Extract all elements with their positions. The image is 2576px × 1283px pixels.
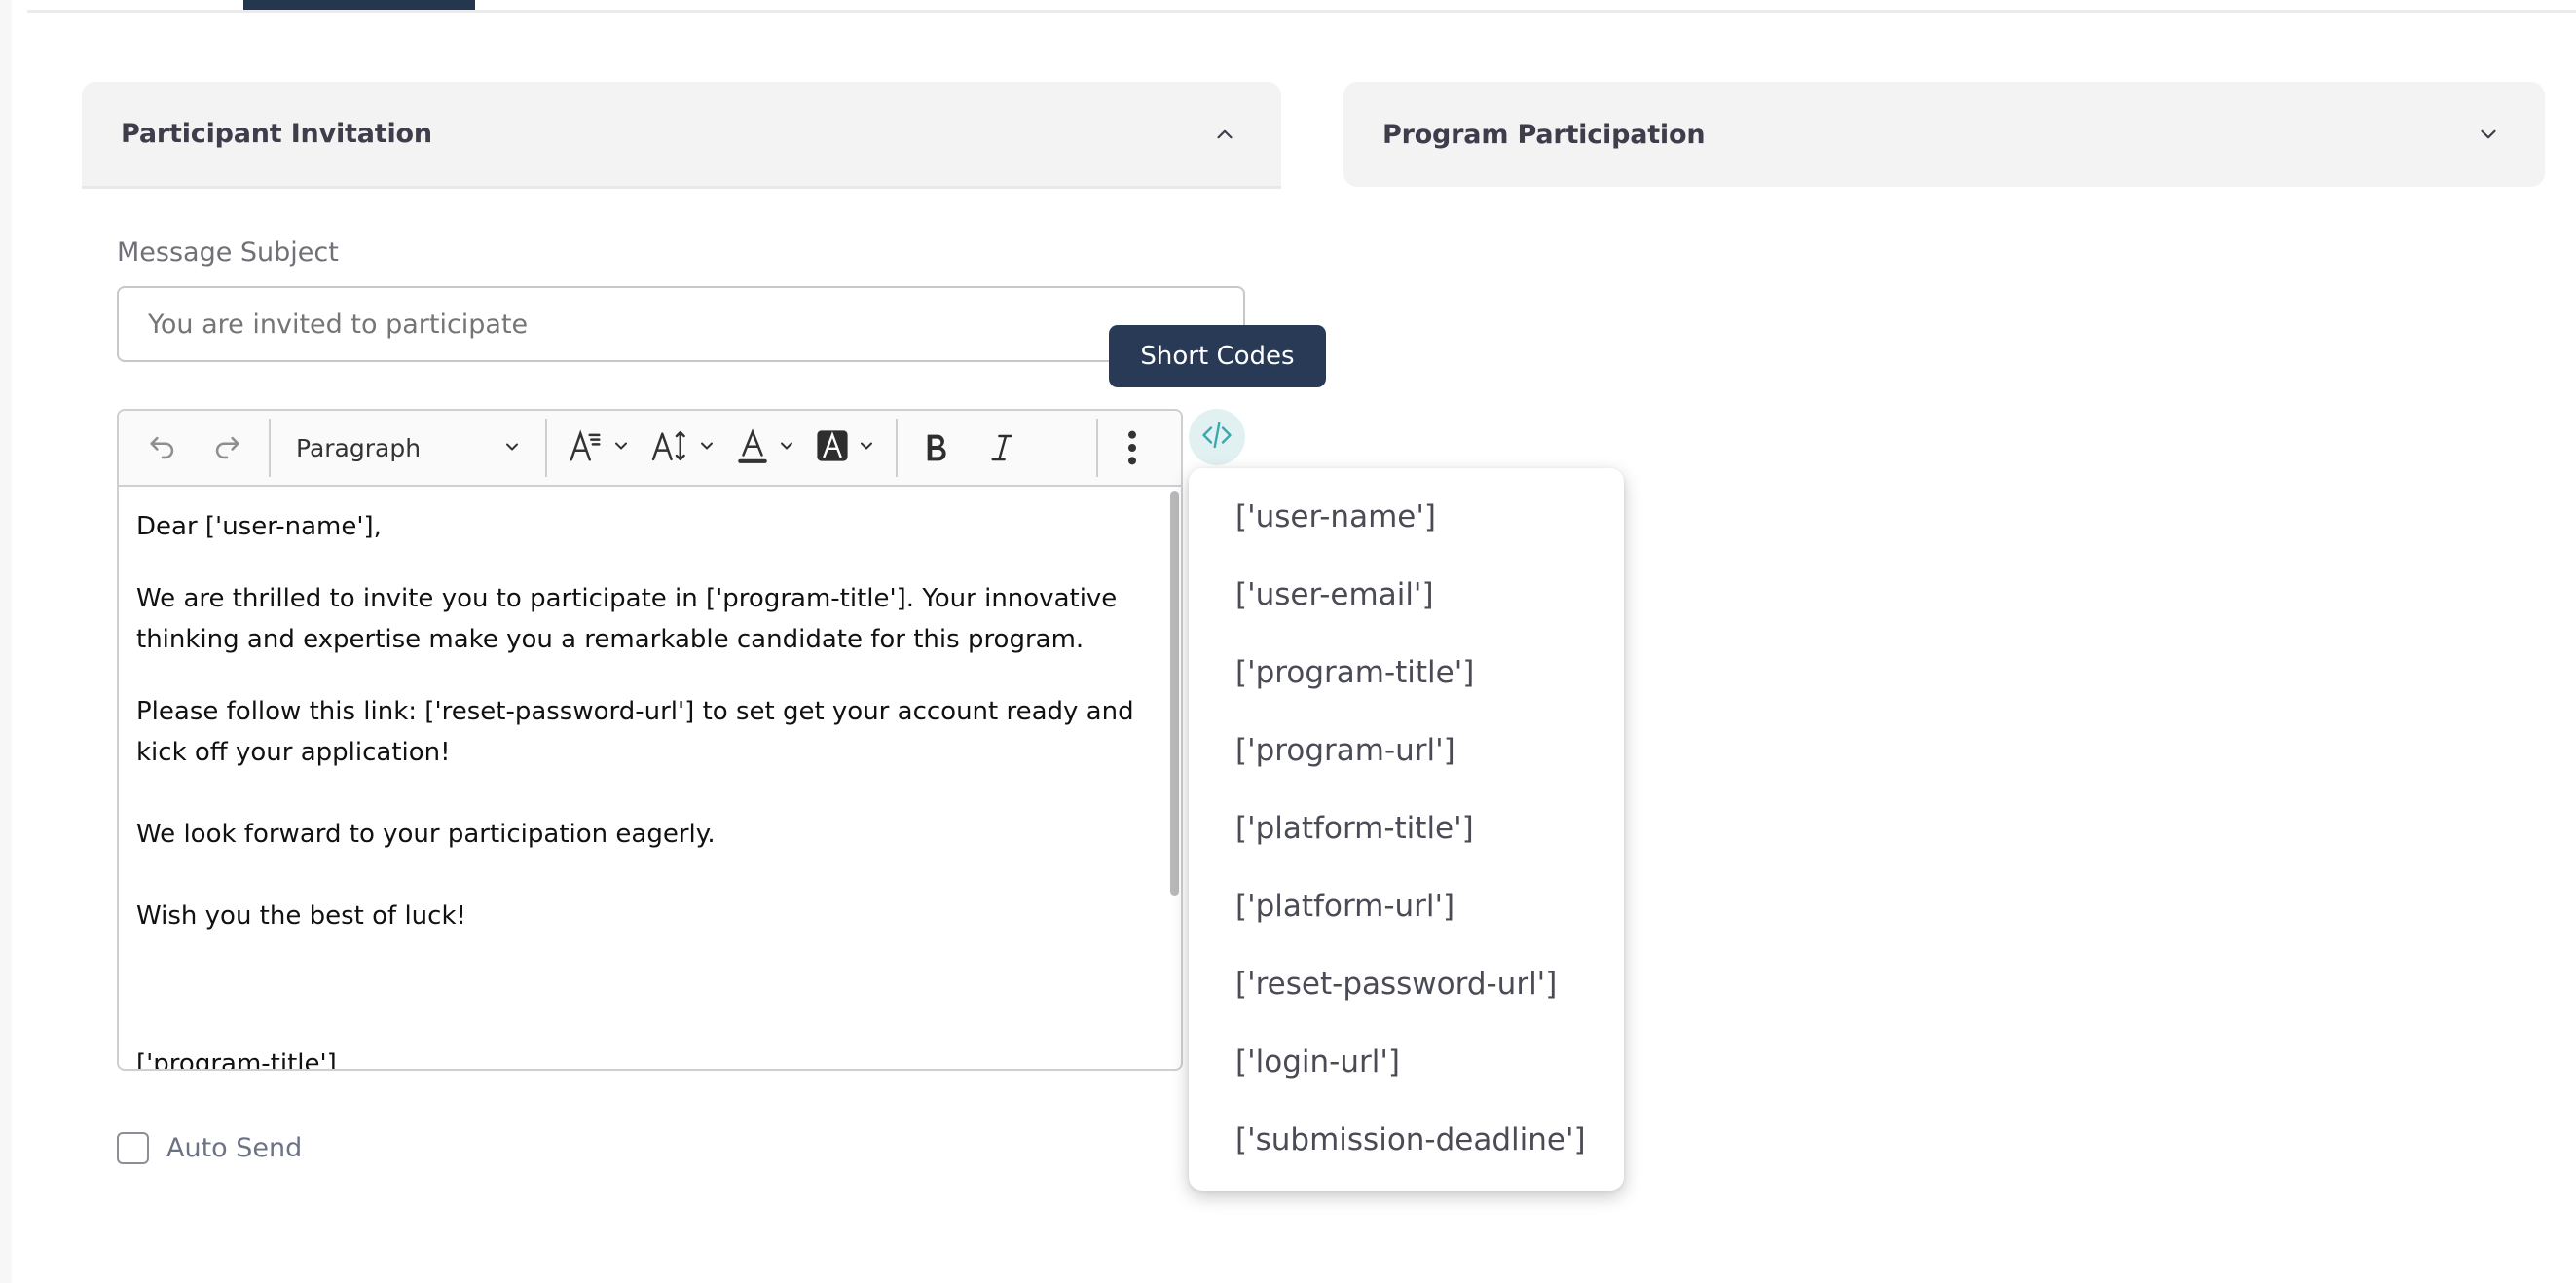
editor-paragraph: ['program-title'] (136, 1049, 337, 1069)
undo-icon[interactable] (130, 419, 195, 477)
toolbar-separator (269, 419, 271, 477)
accordion-title: Participant Invitation (121, 119, 432, 149)
short-code-item[interactable]: ['platform-title'] (1189, 789, 1624, 867)
chevron-down-icon (502, 434, 522, 462)
block-format-value: Paragraph (296, 433, 422, 462)
editor-content[interactable]: Dear ['user-name'], We are thrilled to i… (119, 487, 1167, 1069)
short-codes-tooltip: Short Codes (1109, 325, 1326, 387)
font-color-dropdown[interactable] (736, 419, 796, 477)
short-code-item[interactable]: ['program-url'] (1189, 712, 1624, 789)
italic-icon[interactable] (966, 419, 1038, 477)
editor-paragraph: Dear ['user-name'], (136, 512, 382, 541)
block-format-select[interactable]: Paragraph (280, 419, 535, 477)
message-subject-label: Message Subject (117, 238, 339, 268)
short-code-item[interactable]: ['platform-url'] (1189, 867, 1624, 945)
accordion-program-participation[interactable]: Program Participation (1343, 82, 2545, 187)
tab-bar-divider (27, 10, 2576, 13)
font-size-dropdown[interactable] (650, 419, 717, 477)
message-subject-input[interactable] (117, 286, 1245, 362)
rich-text-editor[interactable]: Paragraph Dear ['user-name'], We are thr… (117, 409, 1183, 1071)
redo-icon[interactable] (195, 419, 259, 477)
font-family-icon (567, 427, 604, 468)
editor-paragraph: We are thrilled to invite you to partici… (136, 584, 1118, 654)
chevron-down-icon[interactable] (2471, 117, 2506, 152)
chevron-down-icon (857, 436, 876, 459)
auto-send-option[interactable]: Auto Send (117, 1132, 302, 1164)
toolbar-separator (896, 419, 898, 477)
chevron-up-icon[interactable] (1207, 117, 1242, 152)
more-vertical-icon[interactable] (1108, 419, 1157, 477)
editor-toolbar: Paragraph (119, 411, 1181, 487)
auto-send-label: Auto Send (166, 1133, 303, 1163)
short-code-item[interactable]: ['user-name'] (1189, 478, 1624, 556)
short-code-item[interactable]: ['user-email'] (1189, 556, 1624, 634)
editor-scrollbar[interactable] (1170, 491, 1179, 896)
code-icon (1199, 418, 1234, 457)
font-family-dropdown[interactable] (567, 419, 631, 477)
chevron-down-icon (697, 436, 717, 459)
toolbar-separator (545, 419, 547, 477)
font-background-icon (816, 429, 849, 466)
short-codes-button[interactable] (1189, 409, 1245, 465)
sidebar-edge (0, 0, 12, 1283)
accordion-title: Program Participation (1382, 119, 1706, 150)
font-background-dropdown[interactable] (816, 419, 876, 477)
auto-send-checkbox[interactable] (117, 1132, 149, 1164)
short-code-item[interactable]: ['login-url'] (1189, 1023, 1624, 1101)
short-codes-menu: ['user-name'] ['user-email'] ['program-t… (1189, 468, 1624, 1191)
font-color-icon (736, 427, 769, 468)
toolbar-separator (1096, 419, 1098, 477)
chevron-down-icon (777, 436, 796, 459)
active-tab-indicator[interactable] (243, 0, 475, 10)
editor-paragraph: We look forward to your participation ea… (136, 820, 716, 849)
editor-paragraph: Please follow this link: ['reset-passwor… (136, 697, 1134, 767)
accordion-participant-invitation[interactable]: Participant Invitation (82, 82, 1281, 189)
chevron-down-icon (611, 436, 631, 459)
short-code-item[interactable]: ['reset-password-url'] (1189, 945, 1624, 1023)
short-code-item[interactable]: ['program-title'] (1189, 634, 1624, 712)
font-size-icon (650, 427, 689, 468)
short-code-item[interactable]: ['submission-deadline'] (1189, 1101, 1624, 1179)
bold-icon[interactable] (907, 419, 966, 477)
editor-paragraph: Wish you the best of luck! (136, 901, 466, 931)
